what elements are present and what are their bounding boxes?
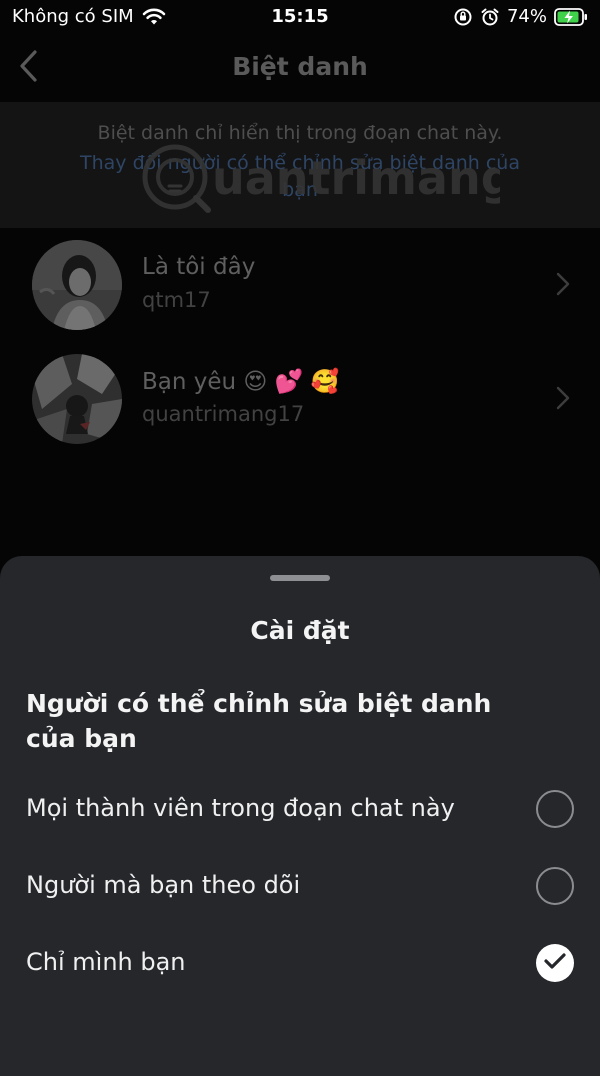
radio-button-checked[interactable] [536,944,574,982]
chevron-right-icon [556,272,570,300]
member-username: quantrimang17 [142,402,305,426]
member-row[interactable]: Là tôi đây qtm17 [0,228,600,342]
status-right: 74% [453,6,588,27]
radio-button[interactable] [536,790,574,828]
option-label: Mọi thành viên trong đoạn chat này [26,794,455,822]
avatar [32,354,122,444]
page-title: Biệt danh [232,52,368,81]
option-label: Chỉ mình bạn [26,948,186,976]
radio-button[interactable] [536,867,574,905]
sheet-title: Cài đặt [250,616,350,645]
option-all-members[interactable]: Mọi thành viên trong đoạn chat này [0,774,600,844]
watermark-logo: uantrimang [142,144,500,213]
battery-percent: 74% [506,6,547,27]
avatar [32,240,122,330]
member-nickname: Bạn yêu 😍 💕 🥰 [142,369,340,395]
nav-bar: Biệt danh [0,34,600,102]
description-text: Biệt danh chỉ hiển thị trong đoạn chat n… [97,122,503,144]
watermark-text: uantrimang [212,151,500,205]
member-nickname: Là tôi đây [142,254,256,280]
settings-sheet: Cài đặt Người có thể chỉnh sửa biệt danh… [0,556,600,1076]
alarm-icon [480,7,500,27]
nickname-description: Biệt danh chỉ hiển thị trong đoạn chat n… [0,102,600,228]
option-only-you[interactable]: Chỉ mình bạn [0,928,600,998]
section-heading: Người có thể chỉnh sửa biệt danh của bạn [26,689,492,753]
option-people-you-follow[interactable]: Người mà bạn theo dõi [0,851,600,921]
sheet-grabber[interactable] [270,575,330,581]
orientation-lock-icon [453,7,473,27]
option-label: Người mà bạn theo dõi [26,871,301,899]
battery-charging-icon [554,7,588,27]
checkmark-icon [544,952,566,974]
member-username: qtm17 [142,288,211,312]
chevron-right-icon [556,386,570,414]
status-bar: Không có SIM 15:15 74% [0,0,600,34]
member-row[interactable]: Bạn yêu 😍 💕 🥰 quantrimang17 [0,342,600,456]
